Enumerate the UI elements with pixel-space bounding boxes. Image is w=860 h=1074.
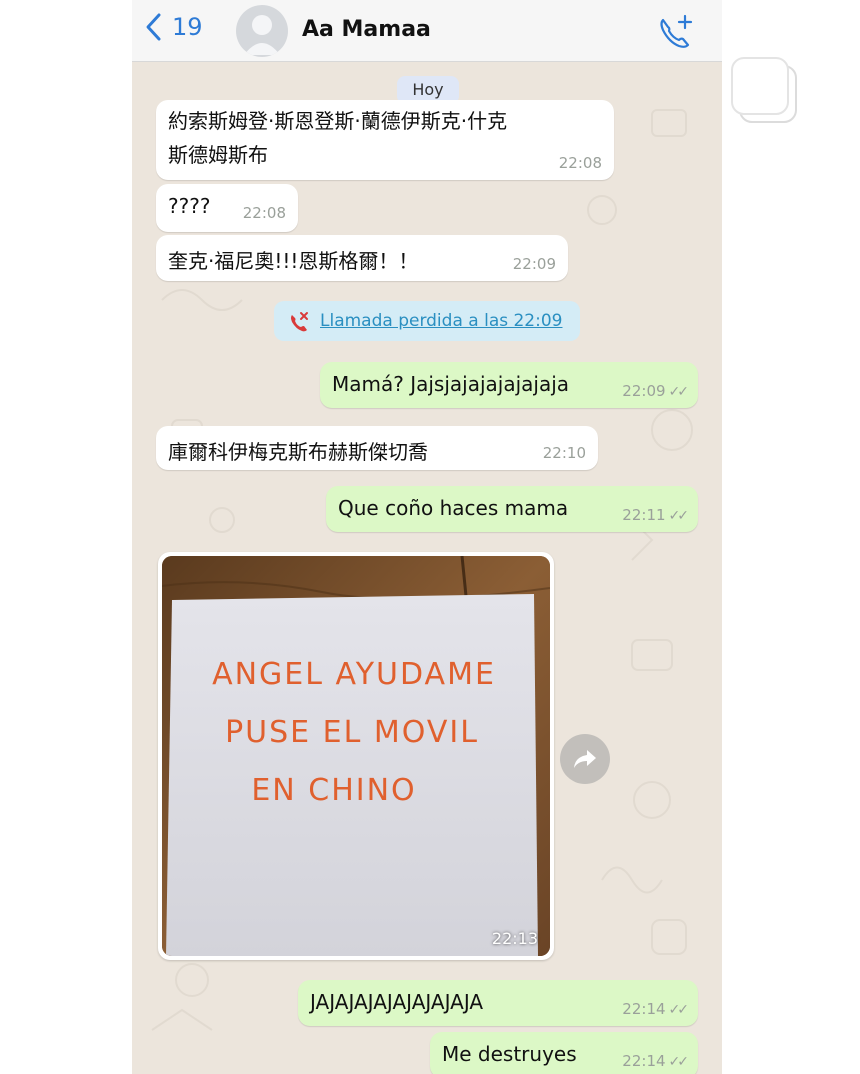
- call-button[interactable]: [656, 12, 696, 50]
- photo-image: ANGEL AYUDAME PUSE EL MOVIL EN CHINO 22:…: [162, 556, 550, 956]
- message-time: 22:11 ✓✓: [622, 506, 690, 524]
- photo-message[interactable]: ANGEL AYUDAME PUSE EL MOVIL EN CHINO 22:…: [158, 552, 554, 960]
- chat-header: 19 Aa Mamaa: [132, 0, 722, 62]
- message-text: 奎克·福尼奧!!!恩斯格爾！！: [168, 249, 419, 273]
- message-outgoing[interactable]: Me destruyes 22:14 ✓✓: [430, 1032, 698, 1074]
- message-time: 22:08: [242, 204, 286, 222]
- message-time: 22:13: [491, 929, 538, 948]
- message-text: 斯德姆斯布: [168, 143, 268, 167]
- message-outgoing[interactable]: Que coño haces mama 22:11 ✓✓: [326, 486, 698, 532]
- chevron-left-icon: [146, 13, 161, 41]
- message-time: 22:14 ✓✓: [622, 1000, 690, 1018]
- missed-call-label[interactable]: Llamada perdida a las 22:09: [320, 311, 562, 331]
- chat-screen: 19 Aa Mamaa Hoy 約索斯姆登·斯恩登斯·蘭德伊斯克·什克 斯德姆斯…: [132, 0, 722, 1074]
- multi-image-icon: [731, 57, 797, 123]
- note-line-1: ANGEL AYUDAME: [212, 657, 496, 692]
- read-ticks-icon: ✓✓: [668, 1002, 690, 1018]
- message-outgoing[interactable]: Mamá? Jajsjajajajajajaja 22:09 ✓✓: [320, 362, 698, 408]
- photo-content: ANGEL AYUDAME PUSE EL MOVIL EN CHINO: [162, 556, 550, 956]
- message-outgoing[interactable]: JAJAJAJAJAJAJAJAJA 22:14 ✓✓: [298, 980, 698, 1026]
- back-button[interactable]: 19: [144, 12, 203, 42]
- contact-name[interactable]: Aa Mamaa: [302, 17, 431, 42]
- message-text: 庫爾科伊梅克斯布赫斯傑切喬: [168, 440, 428, 464]
- message-text: JAJAJAJAJAJAJAJAJA: [310, 990, 484, 1014]
- message-time: 22:08: [558, 154, 602, 172]
- message-incoming[interactable]: 奎克·福尼奧!!!恩斯格爾！！ 22:09: [156, 235, 568, 281]
- forward-button[interactable]: [560, 734, 610, 784]
- missed-call-icon: [291, 312, 308, 332]
- message-text: ????: [168, 194, 211, 218]
- read-ticks-icon: ✓✓: [668, 384, 690, 400]
- note-line-3: EN CHINO: [251, 773, 416, 808]
- default-avatar-icon: [244, 15, 280, 55]
- message-text: Me destruyes: [442, 1042, 577, 1066]
- message-time: 22:14 ✓✓: [622, 1052, 690, 1070]
- message-time: 22:10: [542, 444, 586, 462]
- unread-count: 19: [172, 13, 203, 41]
- read-ticks-icon: ✓✓: [668, 1054, 690, 1070]
- read-ticks-icon: ✓✓: [668, 508, 690, 524]
- message-incoming[interactable]: ???? 22:08: [156, 184, 298, 232]
- phone-plus-icon: [660, 14, 693, 48]
- avatar[interactable]: [236, 5, 288, 57]
- message-text: Mamá? Jajsjajajajajajaja: [332, 372, 570, 396]
- message-time: 22:09 ✓✓: [622, 382, 690, 400]
- note-line-2: PUSE EL MOVIL: [225, 715, 479, 750]
- message-incoming[interactable]: 約索斯姆登·斯恩登斯·蘭德伊斯克·什克 斯德姆斯布 22:08: [156, 100, 614, 180]
- message-text: Que coño haces mama: [338, 496, 569, 520]
- forward-arrow-icon: [574, 750, 596, 768]
- message-text: 約索斯姆登·斯恩登斯·蘭德伊斯克·什克: [168, 109, 508, 133]
- message-time: 22:09: [512, 255, 556, 273]
- missed-call-notice[interactable]: Llamada perdida a las 22:09: [274, 301, 580, 341]
- message-incoming[interactable]: 庫爾科伊梅克斯布赫斯傑切喬 22:10: [156, 426, 598, 470]
